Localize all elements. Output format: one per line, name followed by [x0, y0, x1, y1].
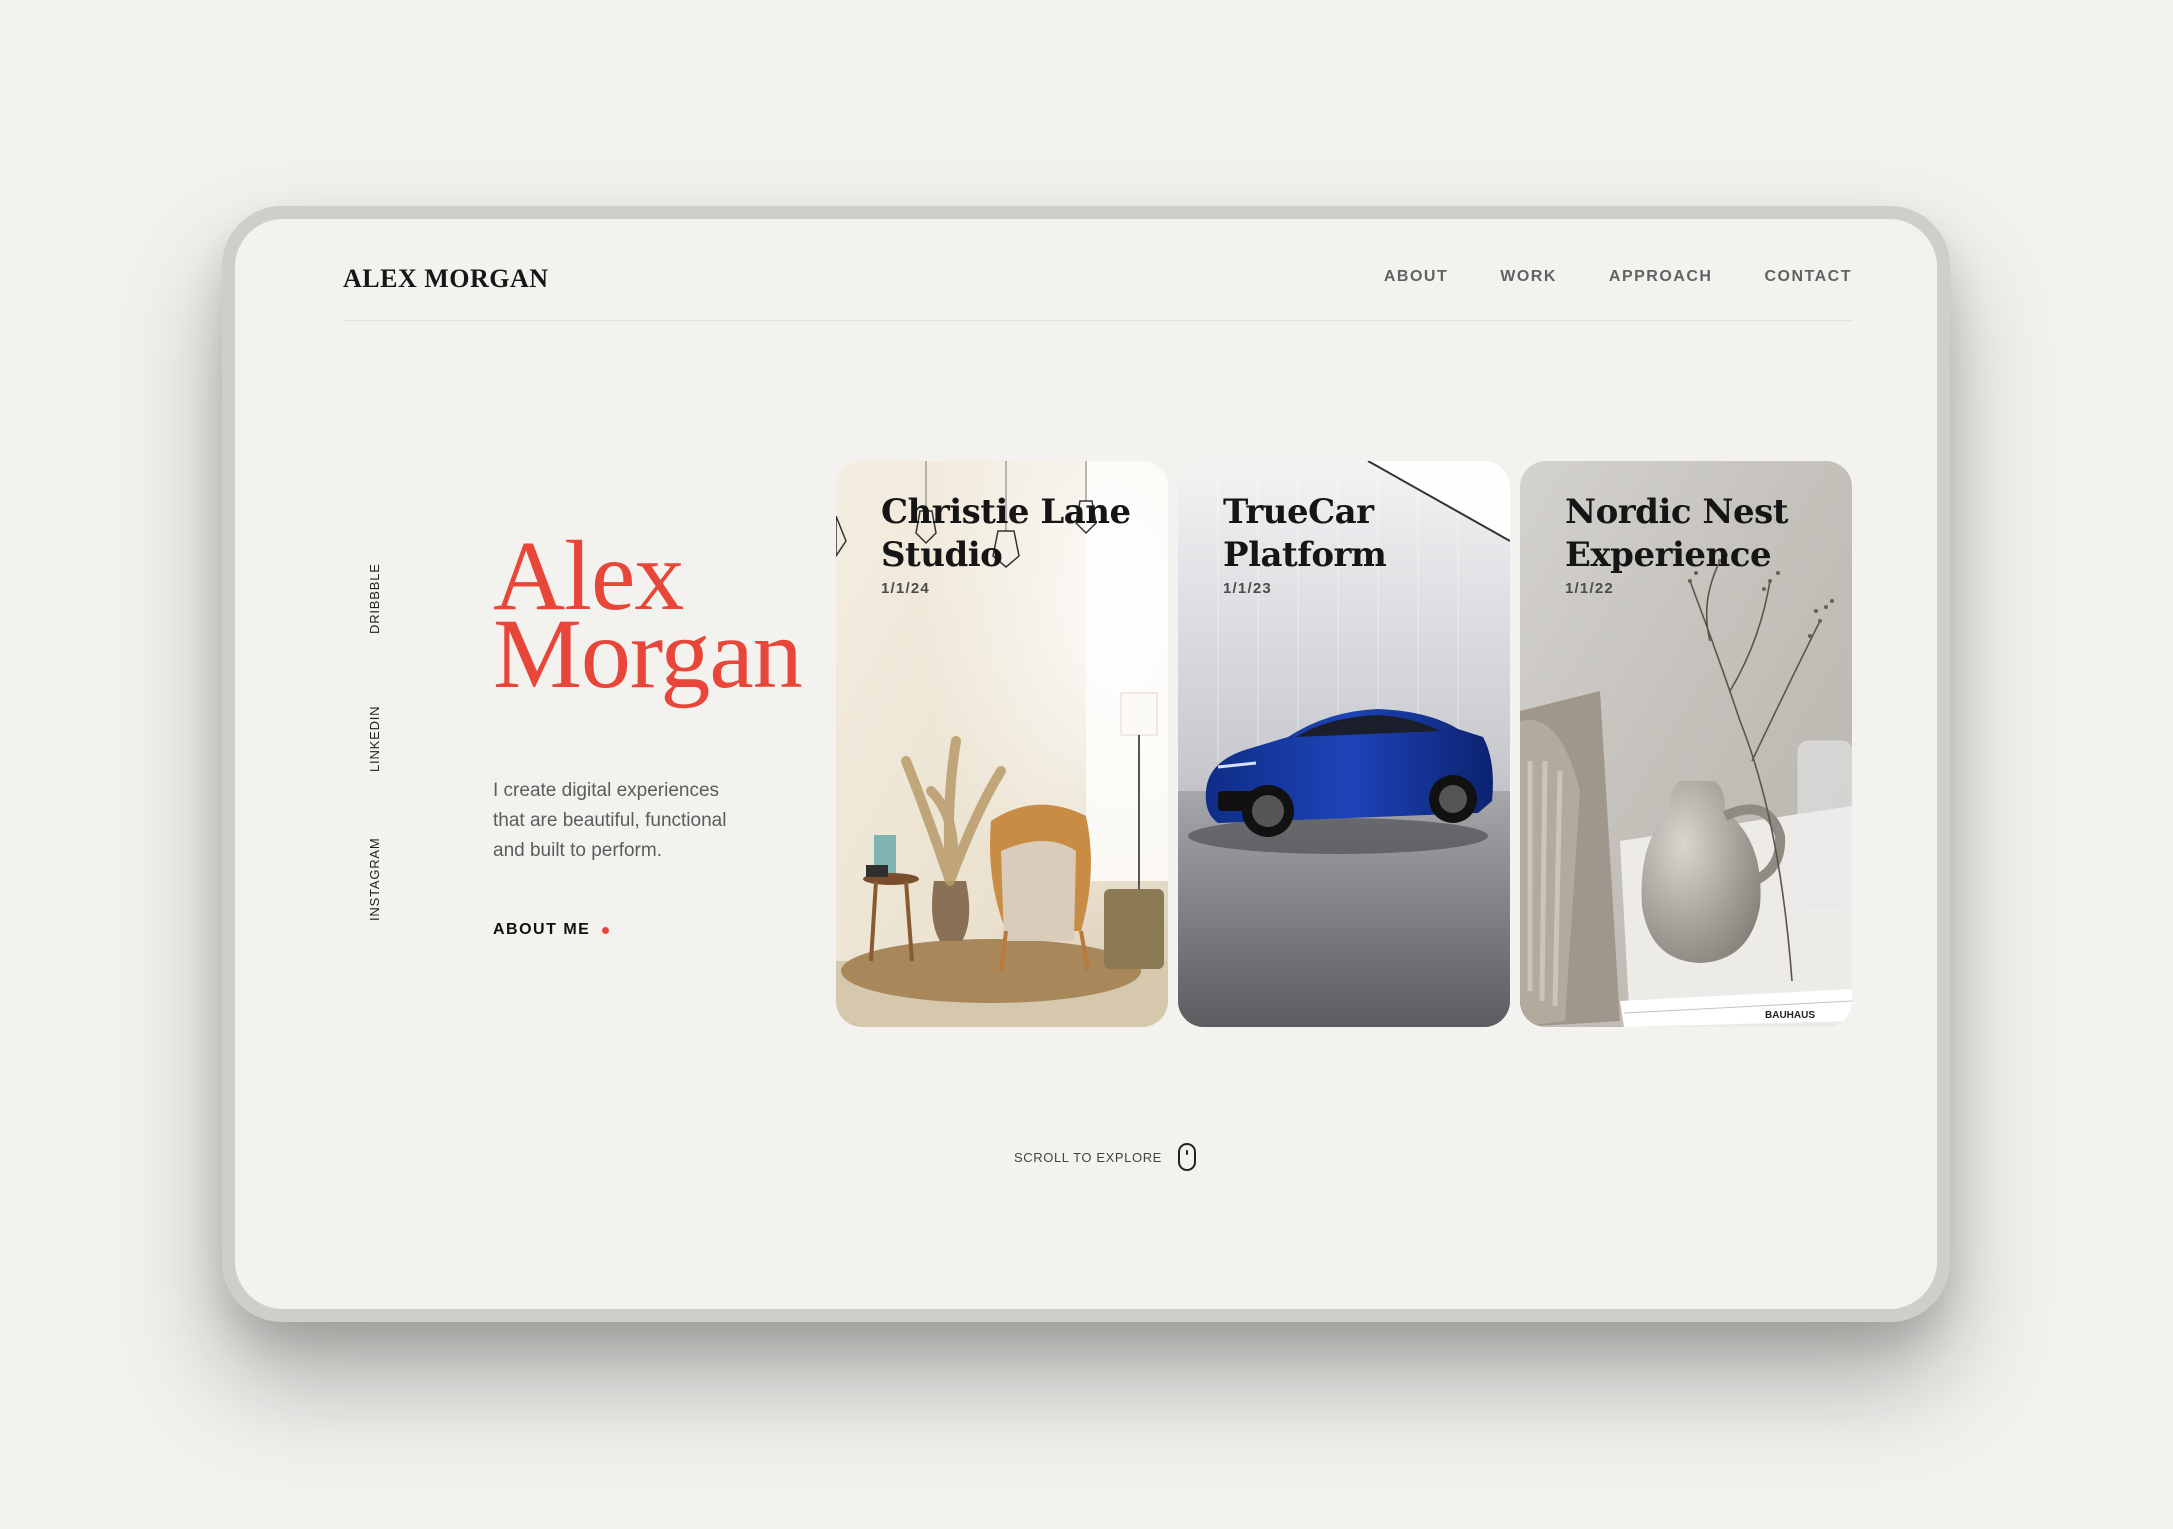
header-divider [343, 320, 1852, 321]
project-title: TrueCar Platform [1223, 491, 1387, 577]
social-linkedin[interactable]: LINKEDIN [367, 706, 382, 772]
project-title: Nordic Nest Experience [1565, 491, 1788, 577]
book-title: BAUHAUS [1765, 1010, 1815, 1021]
nav-about[interactable]: ABOUT [1384, 268, 1448, 286]
hero-name: Alex Morgan [493, 526, 803, 709]
project-title: Christie Lane Studio [881, 491, 1131, 577]
nav-work[interactable]: WORK [1500, 268, 1557, 286]
nav-contact[interactable]: CONTACT [1764, 268, 1852, 286]
project-title-line2: Platform [1223, 535, 1387, 575]
social-dribbble[interactable]: DRIBBBLE [367, 563, 382, 634]
project-date: 1/1/23 [1223, 580, 1272, 597]
dot-icon [602, 926, 610, 934]
nav-approach[interactable]: APPROACH [1609, 268, 1713, 286]
project-title-line2: Experience [1565, 535, 1772, 575]
brand-logo[interactable]: ALEX MORGAN [343, 264, 549, 294]
project-title-line2: Studio [881, 535, 1003, 575]
device-frame: ALEX MORGAN ABOUT WORK APPROACH CONTACT … [222, 206, 1950, 1322]
project-card-truecar[interactable]: TrueCar Platform 1/1/23 [1178, 461, 1510, 1027]
project-title-line1: Nordic Nest [1565, 492, 1788, 532]
hero-name-last: Morgan [493, 598, 803, 709]
project-date: 1/1/22 [1565, 580, 1614, 597]
project-card-nordic-nest[interactable]: BAUHAUS Nordic Nest Experience 1/1/22 [1520, 461, 1852, 1027]
about-me-button[interactable]: ABOUT ME [493, 921, 610, 939]
project-card-christie-lane[interactable]: Christie Lane Studio 1/1/24 [836, 461, 1168, 1027]
project-date: 1/1/24 [881, 580, 930, 597]
social-instagram[interactable]: INSTAGRAM [367, 837, 382, 921]
scroll-indicator[interactable]: SCROLL TO EXPLORE [1014, 1143, 1196, 1171]
scroll-label: SCROLL TO EXPLORE [1014, 1149, 1162, 1165]
project-title-line1: TrueCar [1223, 492, 1374, 532]
main-nav: ABOUT WORK APPROACH CONTACT [1384, 268, 1852, 286]
website-screen: ALEX MORGAN ABOUT WORK APPROACH CONTACT … [235, 219, 1937, 1309]
about-me-label: ABOUT ME [493, 921, 591, 938]
mouse-icon [1177, 1143, 1196, 1171]
hero-tagline: I create digital experiences that are be… [493, 780, 727, 861]
project-title-line1: Christie Lane [881, 492, 1131, 532]
